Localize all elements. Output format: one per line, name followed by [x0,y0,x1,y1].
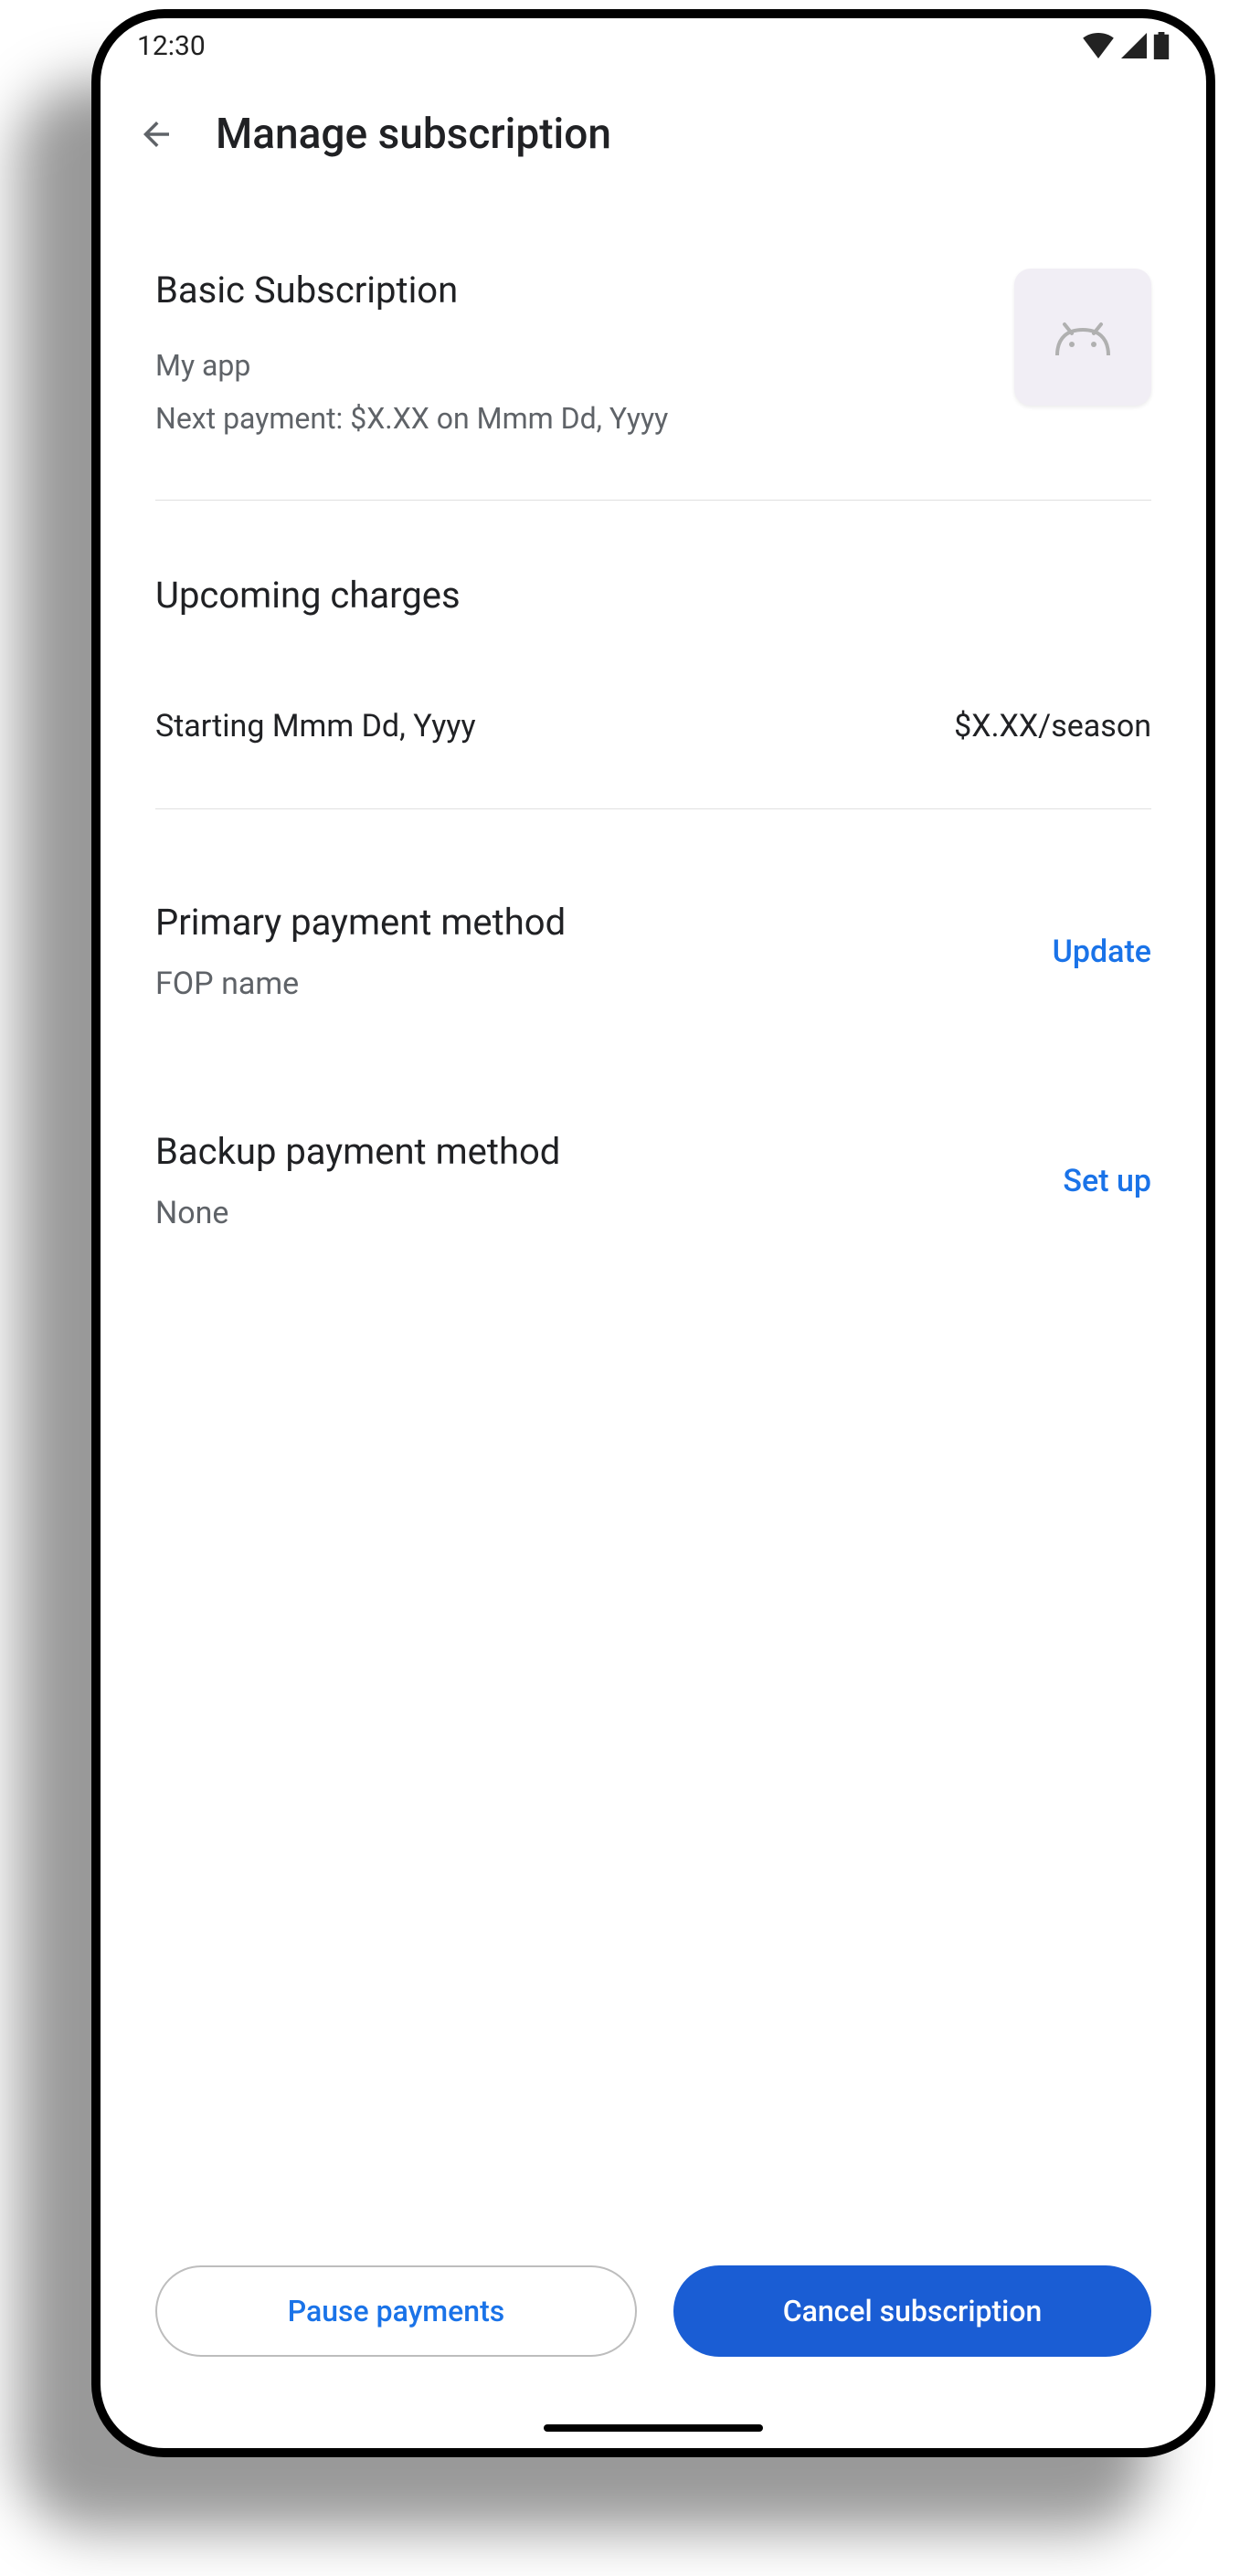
upcoming-charges-section: Upcoming charges Starting Mmm Dd, Yyyy $… [155,501,1151,809]
subscription-next-payment: Next payment: $X.XX on Mmm Dd, Yyyy [155,401,1014,436]
wifi-icon [1082,33,1115,58]
subscription-section: Basic Subscription My app Next payment: … [155,186,1151,501]
status-time: 12:30 [137,30,206,62]
primary-payment-title: Primary payment method [155,901,1053,944]
cellular-icon [1120,33,1148,58]
bottom-button-bar: Pause payments Cancel subscription [155,2265,1151,2357]
app-icon [1014,269,1151,406]
navigation-handle[interactable] [544,2424,763,2432]
cancel-subscription-button[interactable]: Cancel subscription [673,2265,1151,2357]
header: Manage subscription [101,73,1206,186]
page-title: Manage subscription [216,110,611,159]
upcoming-charge-price: $X.XX/season [954,708,1151,744]
back-arrow-icon[interactable] [137,115,175,153]
backup-payment-title: Backup payment method [155,1130,1063,1173]
phone-frame: 12:30 Manage subscription Basic Subscrip… [91,9,1215,2457]
backup-payment-row: Backup payment method None Set up [155,1002,1151,1231]
upcoming-charges-title: Upcoming charges [155,574,1151,617]
primary-payment-row: Primary payment method FOP name Update [155,809,1151,1002]
pause-payments-button[interactable]: Pause payments [155,2265,637,2357]
status-icons [1082,32,1170,59]
battery-icon [1153,32,1170,59]
upcoming-charge-date: Starting Mmm Dd, Yyyy [155,708,476,744]
status-bar: 12:30 [101,18,1206,73]
setup-backup-link[interactable]: Set up [1063,1163,1151,1199]
subscription-title: Basic Subscription [155,269,1014,311]
update-payment-link[interactable]: Update [1053,934,1151,970]
primary-payment-value: FOP name [155,966,1053,1002]
android-icon [1054,317,1112,357]
backup-payment-value: None [155,1195,1063,1231]
subscription-app-name: My app [155,348,1014,383]
